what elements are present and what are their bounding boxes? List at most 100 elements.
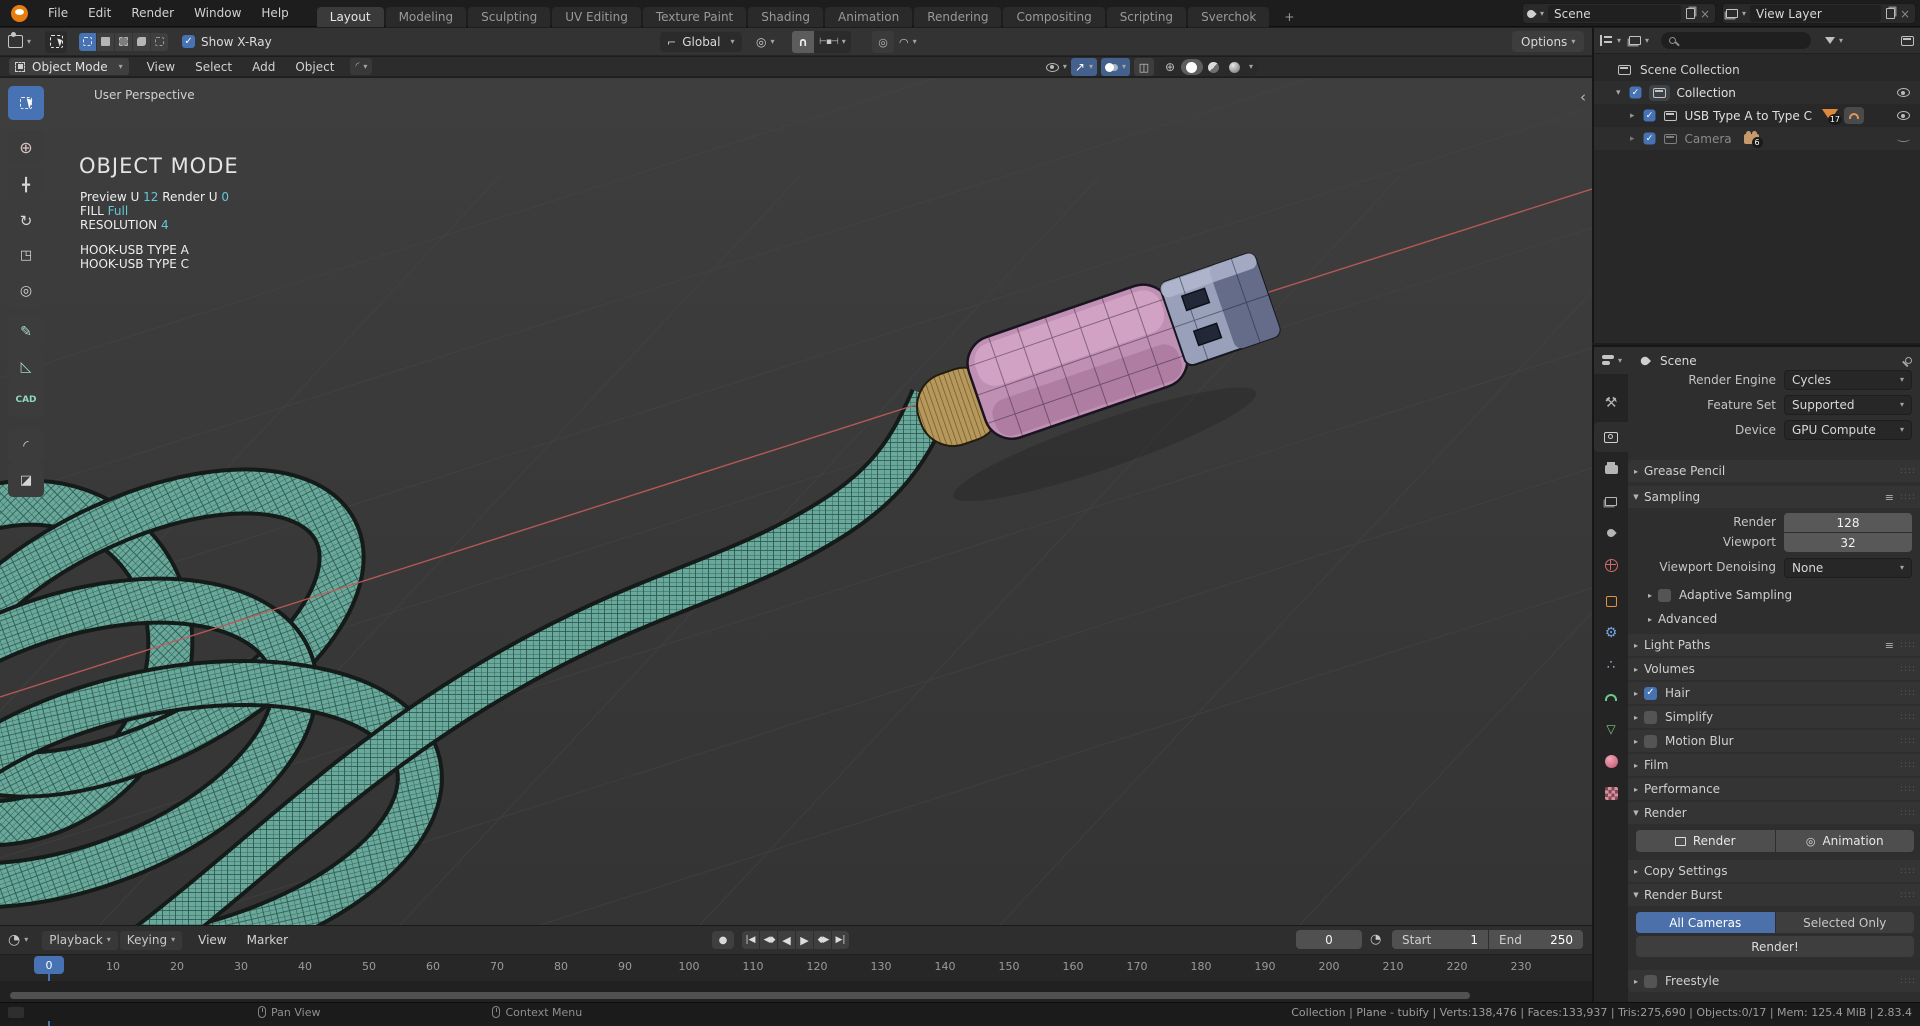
menu-object[interactable]: Object xyxy=(285,60,344,74)
select-mode-tweak-button[interactable] xyxy=(79,32,97,51)
end-frame-field[interactable]: End 250 xyxy=(1489,930,1583,949)
tab-modifiers[interactable]: ⚙ xyxy=(1594,618,1628,648)
copy-view-layer-icon[interactable] xyxy=(1885,8,1895,19)
menu-edit[interactable]: Edit xyxy=(78,6,121,20)
tab-scripting[interactable]: Scripting xyxy=(1106,6,1187,27)
render-image-button[interactable]: Render xyxy=(1636,830,1775,852)
timeline-scrollbar[interactable] xyxy=(10,992,1470,999)
tool-transform[interactable]: ◎ xyxy=(8,274,44,308)
tool-scale[interactable]: ◳ xyxy=(8,238,44,272)
menu-add[interactable]: Add xyxy=(242,60,285,74)
usb-checkbox[interactable]: ✓ xyxy=(1643,109,1656,122)
start-frame-field[interactable]: Start 1 xyxy=(1392,930,1488,949)
tab-tool[interactable]: ⚒ xyxy=(1594,388,1628,418)
section-grease-pencil[interactable]: ▸ Grease Pencil:::: xyxy=(1628,460,1920,482)
tab-world[interactable] xyxy=(1594,550,1628,580)
outliner-row-collection[interactable]: ▾ ✓ Collection xyxy=(1594,81,1920,104)
gizmos-dropdown[interactable]: ↗ ▾ xyxy=(1070,58,1097,76)
timeline-marker-menu[interactable]: Marker xyxy=(237,933,298,947)
close-icon[interactable]: × xyxy=(1900,7,1910,21)
feature-set-select[interactable]: Supported ▾ xyxy=(1784,395,1912,415)
view-layer-name-field[interactable]: View Layer xyxy=(1750,5,1881,22)
section-performance[interactable]: ▸ Performance:::: xyxy=(1628,778,1920,800)
collection-checkbox[interactable]: ✓ xyxy=(1629,86,1642,99)
tab-layout[interactable]: Layout xyxy=(316,6,384,27)
drag-handle-icon[interactable]: :::: xyxy=(1900,736,1916,746)
section-sampling[interactable]: ▼ Sampling ≡:::: xyxy=(1628,486,1920,508)
device-select[interactable]: GPU Compute ▾ xyxy=(1784,420,1912,440)
sidebar-collapse-arrow[interactable]: ‹ xyxy=(1580,88,1586,106)
falloff-dropdown[interactable]: ◠ ▾ xyxy=(894,36,922,49)
drag-handle-icon[interactable]: :::: xyxy=(1900,784,1916,794)
active-tool-button[interactable] xyxy=(45,30,68,53)
current-frame-field[interactable]: 0 xyxy=(1296,930,1362,949)
section-volumes[interactable]: ▸ Volumes:::: xyxy=(1628,658,1920,680)
tool-move[interactable]: ╋ xyxy=(8,168,44,202)
tool-cad-transform[interactable]: CAD xyxy=(8,383,44,417)
samples-render-field[interactable]: 128 xyxy=(1784,513,1912,532)
menu-window[interactable]: Window xyxy=(184,6,251,20)
render-animation-button[interactable]: ◎ Animation xyxy=(1775,830,1914,852)
shading-rendered-button[interactable] xyxy=(1225,59,1245,75)
select-mode-circle-button[interactable] xyxy=(115,32,133,51)
outliner-row-camera[interactable]: ▸ ✓ Camera 6 xyxy=(1594,127,1920,150)
selected-only-button[interactable]: Selected Only xyxy=(1775,912,1914,933)
jump-to-start-button[interactable]: |◀ xyxy=(742,931,759,949)
tool-measure[interactable]: ◺ xyxy=(8,350,44,384)
shading-solid-button[interactable] xyxy=(1180,59,1203,75)
tab-texture-paint[interactable]: Texture Paint xyxy=(642,6,747,27)
filter-dropdown[interactable]: ▾ xyxy=(1825,36,1843,45)
adaptive-sampling-checkbox[interactable] xyxy=(1658,588,1671,602)
drag-handle-icon[interactable]: :::: xyxy=(1900,492,1916,502)
scene-name-field[interactable]: Scene xyxy=(1548,5,1681,22)
play-button[interactable]: ▶ xyxy=(796,931,813,949)
disclosure-closed-icon[interactable]: ▸ xyxy=(1630,134,1635,144)
xray-toggle-button[interactable]: ◫ xyxy=(1133,58,1154,76)
tab-output[interactable] xyxy=(1594,454,1628,484)
select-mode-box-button[interactable] xyxy=(97,32,115,51)
viewport-3d[interactable]: ⊕ ╋ ↻ ◳ ◎ ✎ ◺ CAD ◜ ◪ User Perspective O… xyxy=(0,78,1592,925)
hair-checkbox[interactable]: ✓ xyxy=(1644,686,1657,700)
all-cameras-button[interactable]: All Cameras xyxy=(1636,912,1775,933)
eye-icon[interactable] xyxy=(1897,111,1910,120)
outliner-row-usb-object[interactable]: ▸ ✓ USB Type A to Type C 17 xyxy=(1594,104,1920,127)
drag-handle-icon[interactable]: :::: xyxy=(1900,808,1916,818)
shading-wireframe-button[interactable]: ⊕ xyxy=(1160,59,1180,75)
jump-to-end-button[interactable]: ▶| xyxy=(832,931,849,949)
properties-editor-dropdown[interactable]: ▾ xyxy=(1602,354,1622,367)
camera-checkbox[interactable]: ✓ xyxy=(1643,132,1656,145)
shading-material-button[interactable] xyxy=(1204,59,1224,75)
tab-texture[interactable] xyxy=(1594,778,1628,808)
samples-viewport-field[interactable]: 32 xyxy=(1784,533,1912,552)
close-icon[interactable]: × xyxy=(1700,7,1710,21)
tab-view-layer[interactable] xyxy=(1594,486,1628,516)
section-hair[interactable]: ▸ ✓ Hair:::: xyxy=(1628,682,1920,704)
subsection-adaptive-sampling[interactable]: ▸ Adaptive Sampling xyxy=(1628,584,1920,606)
timeline-view-menu[interactable]: View xyxy=(188,933,236,947)
drag-handle-icon[interactable]: :::: xyxy=(1900,866,1916,876)
drag-handle-icon[interactable]: :::: xyxy=(1900,976,1916,986)
proportional-edit-toggle[interactable]: ◎ xyxy=(872,31,894,53)
blender-logo-icon[interactable] xyxy=(11,4,28,22)
disclosure-closed-icon[interactable]: ▸ xyxy=(1630,111,1635,121)
outliner-search[interactable] xyxy=(1661,32,1812,49)
eye-icon[interactable] xyxy=(1897,88,1910,97)
scene-selector[interactable]: ▾ Scene × xyxy=(1522,3,1716,24)
tab-compositing[interactable]: Compositing xyxy=(1003,6,1105,27)
section-render-burst[interactable]: ▼ Render Burst:::: xyxy=(1628,884,1920,906)
subsection-advanced[interactable]: ▸ Advanced xyxy=(1628,608,1920,630)
tab-scene[interactable] xyxy=(1594,518,1628,548)
drag-handle-icon[interactable]: :::: xyxy=(1900,664,1916,674)
motion-blur-checkbox[interactable] xyxy=(1644,734,1657,748)
menu-file[interactable]: File xyxy=(38,6,78,20)
view-layer-selector[interactable]: ▾ View Layer × xyxy=(1722,3,1916,24)
tab-sculpting[interactable]: Sculpting xyxy=(468,6,551,27)
preset-icon[interactable]: ≡ xyxy=(1885,639,1894,652)
select-mode-lasso-button[interactable] xyxy=(133,32,151,51)
disclosure-open-icon[interactable]: ▾ xyxy=(1616,88,1621,98)
denoise-select[interactable]: None ▾ xyxy=(1784,558,1912,578)
freestyle-checkbox[interactable] xyxy=(1644,974,1657,988)
tool-rotate[interactable]: ↻ xyxy=(8,204,44,238)
tool-options-dropdown[interactable]: ◜ ▾ xyxy=(350,58,373,75)
overlays-dropdown[interactable]: ▾ xyxy=(1100,58,1130,76)
